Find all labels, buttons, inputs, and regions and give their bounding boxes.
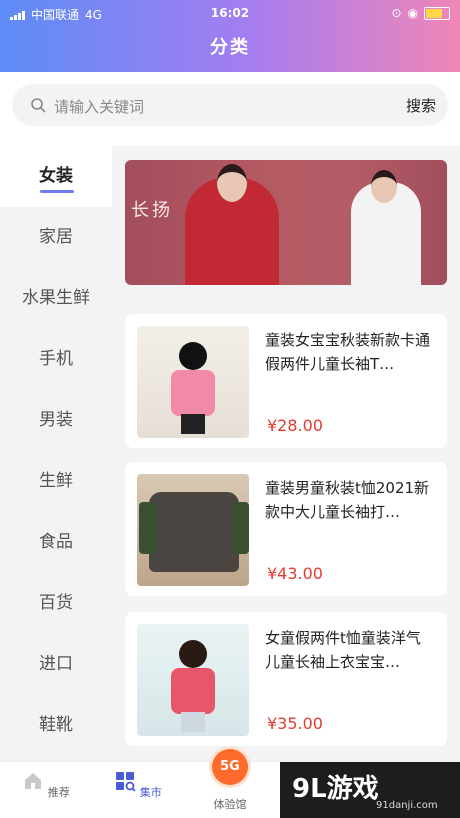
lock-rotation-icon: ◉ (407, 6, 418, 20)
tab-label: 集市 (139, 786, 162, 799)
category-sidebar: 女装 家居 水果生鲜 手机 男装 生鲜 食品 百货 进口 鞋靴 (0, 146, 112, 761)
5g-icon[interactable]: 5G (212, 749, 248, 785)
search-input[interactable]: 请输入关键词 搜索 (12, 84, 448, 126)
product-price: ¥43.00 (267, 564, 323, 583)
product-title: 女童假两件t恤童装洋气儿童长袖上衣宝宝… (265, 629, 421, 671)
product-title: 童装女宝宝秋装新款卡通假两件儿童长袖T… (265, 331, 431, 373)
watermark-banner: 9L游戏 91danji.com (280, 762, 460, 818)
product-card[interactable]: 女童假两件t恤童装洋气儿童长袖上衣宝宝… ¥35.00 (125, 612, 447, 746)
product-list: 长扬 童装女宝宝秋装新款卡通假两件儿童长袖T… ¥28.00 童装男童秋装t恤2… (112, 146, 460, 761)
tab-experience[interactable]: 体验馆 (190, 796, 270, 812)
page-title: 分类 (210, 37, 250, 58)
sidebar-item-import[interactable]: 进口 (0, 634, 112, 695)
product-card[interactable]: 童装女宝宝秋装新款卡通假两件儿童长袖T… ¥28.00 (125, 314, 447, 448)
battery-icon (424, 6, 450, 20)
sidebar-item-fruit[interactable]: 水果生鲜 (0, 268, 112, 329)
tab-label: 推荐 (47, 786, 70, 799)
clock: 16:02 (210, 6, 250, 20)
sidebar-item-food[interactable]: 食品 (0, 512, 112, 573)
category-banner[interactable]: 长扬 (125, 160, 447, 285)
product-price: ¥35.00 (267, 714, 323, 733)
sidebar-item-women[interactable]: 女装 (0, 146, 112, 207)
search-bar-area: 请输入关键词 搜索 (0, 72, 460, 146)
product-title: 童装男童秋装t恤2021新款中大儿童长袖打… (265, 479, 430, 521)
active-indicator (40, 190, 74, 193)
search-icon (31, 98, 46, 113)
product-image (137, 326, 249, 438)
app-header: 中国联通 4G 16:02 ⊙ ◉ 分类 (0, 0, 460, 72)
product-price: ¥28.00 (267, 416, 323, 435)
tab-market[interactable]: 集市 (98, 770, 178, 800)
product-image (137, 624, 249, 736)
sidebar-item-home[interactable]: 家居 (0, 207, 112, 268)
tab-recommend[interactable]: 推荐 (6, 770, 86, 800)
model-red-coat-image (185, 164, 279, 285)
product-image (137, 474, 249, 586)
tab-label: 体验馆 (213, 798, 247, 811)
sidebar-item-shoes[interactable]: 鞋靴 (0, 695, 112, 756)
banner-text: 长扬 (131, 200, 173, 221)
status-bar: 中国联通 4G 16:02 ⊙ ◉ (10, 6, 450, 22)
bottom-tab-bar: 推荐 集市 5G 体验馆 9L游戏 91danji.com (0, 749, 460, 818)
home-icon (25, 773, 42, 789)
sidebar-item-fresh[interactable]: 生鲜 (0, 451, 112, 512)
search-placeholder: 请输入关键词 (54, 98, 145, 116)
product-card[interactable]: 童装男童秋装t恤2021新款中大儿童长袖打… ¥43.00 (125, 462, 447, 596)
sidebar-item-phone[interactable]: 手机 (0, 329, 112, 390)
market-icon (116, 772, 136, 792)
sidebar-item-general[interactable]: 百货 (0, 573, 112, 634)
watermark-domain: 91danji.com (376, 800, 438, 811)
sidebar-item-men[interactable]: 男装 (0, 390, 112, 451)
search-button[interactable]: 搜索 (406, 95, 436, 116)
model-white-coat-image (351, 170, 421, 285)
alarm-icon: ⊙ (391, 6, 402, 20)
watermark-brand: 9L游戏 (292, 774, 379, 804)
